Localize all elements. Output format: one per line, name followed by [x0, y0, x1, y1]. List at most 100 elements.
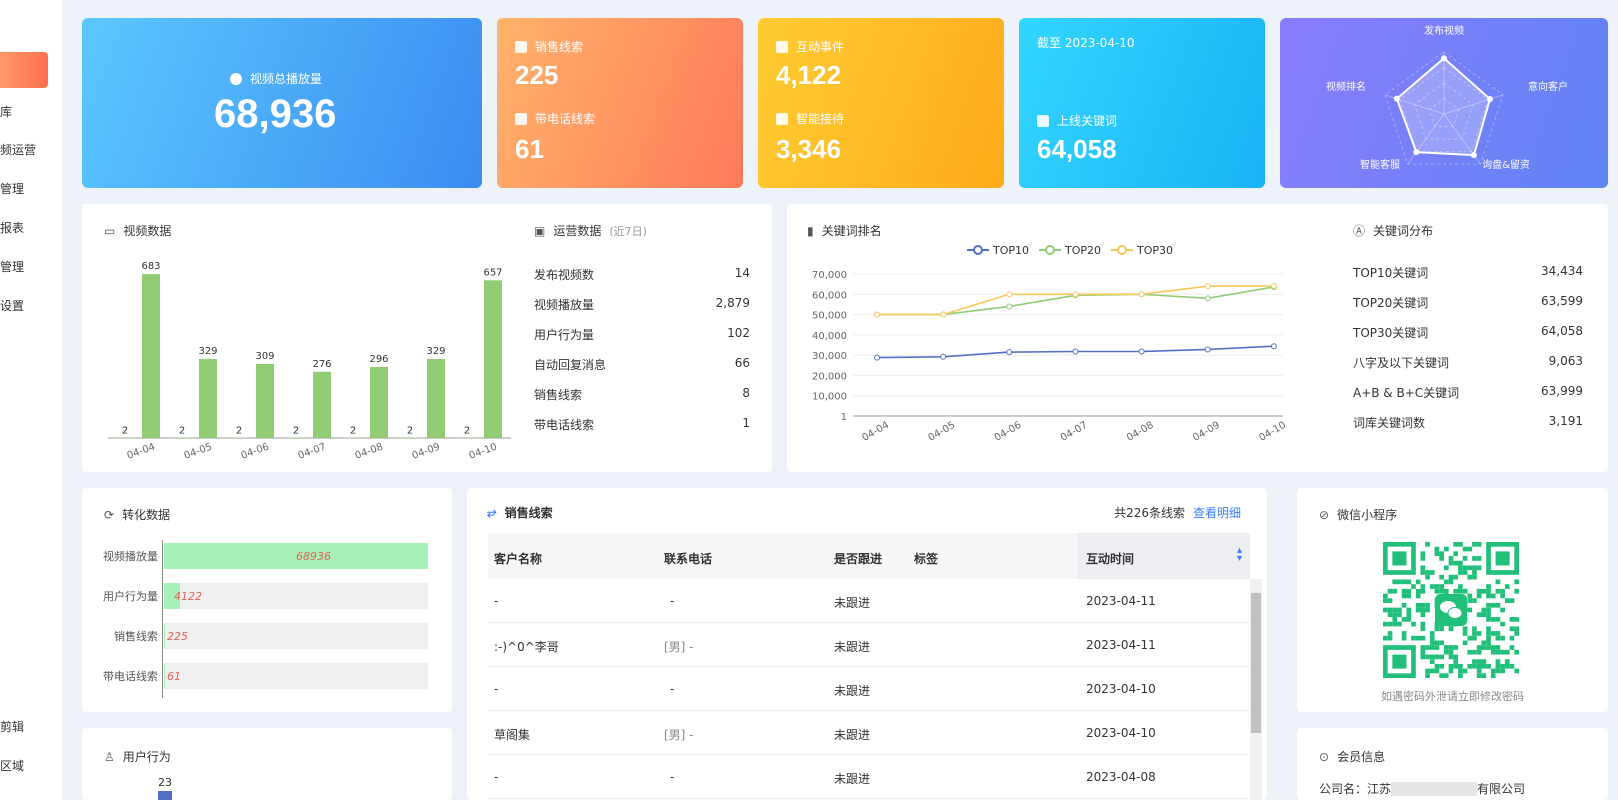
scrollbar-thumb[interactable]	[1251, 593, 1261, 733]
qr-module	[1495, 645, 1501, 650]
qr-module	[1481, 607, 1487, 613]
qr-module	[1481, 645, 1487, 650]
qr-module	[1458, 668, 1463, 674]
table-row[interactable]: - - 未跟进 2023-04-08	[488, 755, 1250, 799]
conversion-fill	[164, 663, 166, 689]
qr-module	[1387, 631, 1393, 636]
video-bar	[199, 359, 217, 438]
interaction-card: 互动事件 4,122 智能接待 3,346	[758, 18, 1004, 188]
qr-module	[1434, 588, 1440, 594]
bar-data-label: 2	[236, 426, 242, 437]
video-bar	[256, 363, 274, 438]
conversion-value: 68936	[296, 550, 331, 563]
view-details-link[interactable]: 查看明细	[1193, 504, 1241, 521]
sidebar-item-manage-2[interactable]: 管理	[0, 258, 24, 275]
qr-module	[1425, 668, 1430, 674]
qr-module	[1509, 635, 1515, 641]
qr-module	[1415, 588, 1421, 594]
qr-module	[1458, 570, 1463, 575]
qr-module	[1420, 565, 1426, 571]
keyword-dist-row: TOP10关键词 34,434	[1353, 264, 1583, 280]
qr-module	[1462, 588, 1468, 594]
qr-module	[1448, 654, 1454, 660]
qr-module	[1439, 584, 1444, 589]
qr-module	[1490, 593, 1496, 599]
sidebar-item-region[interactable]: 区域	[0, 757, 24, 774]
qr-module	[1467, 546, 1473, 552]
x-tick-label: 04-08	[1125, 420, 1156, 444]
qr-module	[1443, 565, 1449, 571]
video-data-title: 视频数据	[123, 224, 172, 238]
qr-module	[1453, 560, 1459, 566]
interaction-value: 4,122	[776, 60, 842, 90]
table-row[interactable]: - - 未跟进 2023-04-10	[488, 667, 1250, 711]
sidebar-item-editing[interactable]: 剪辑	[0, 718, 24, 735]
sidebar-item-reports[interactable]: 报表	[0, 219, 24, 236]
sidebar-item-manage-1[interactable]: 管理	[0, 180, 24, 197]
series-point	[1204, 283, 1211, 290]
qr-module	[1443, 649, 1449, 655]
qr-module	[1443, 673, 1449, 678]
qr-module	[1420, 588, 1426, 594]
qr-module	[1462, 546, 1468, 552]
qr-module	[1448, 579, 1454, 585]
x-tick-label: 04-09	[1191, 420, 1222, 444]
ops-data-subtitle: (近7日)	[609, 224, 647, 238]
qr-module	[1504, 598, 1510, 603]
sidebar-item-settings[interactable]: 设置	[0, 297, 24, 314]
qr-module	[1486, 602, 1491, 608]
qr-module	[1383, 598, 1388, 603]
qr-module	[1472, 598, 1477, 603]
table-row[interactable]: :-)^0^李哥 [男] - 未跟进 2023-04-11	[488, 623, 1250, 667]
keyword-dist-row: 词库关键词数 3,191	[1353, 414, 1583, 430]
qr-module	[1387, 621, 1393, 627]
sort-icon[interactable]: ▴ ▾	[1237, 546, 1242, 564]
qr-module	[1429, 640, 1435, 646]
qr-module	[1397, 612, 1402, 618]
sidebar-item-library[interactable]: 库	[0, 103, 12, 120]
qr-module	[1420, 570, 1426, 575]
conversion-bar: 68936	[164, 543, 428, 569]
qr-module	[1429, 645, 1435, 650]
radar-point	[1441, 55, 1447, 62]
qr-finder-center	[1495, 551, 1510, 566]
qr-module	[1434, 626, 1440, 632]
qr-module	[1420, 551, 1426, 557]
table-row[interactable]: 草阁集 [男] - 未跟进 2023-04-10	[488, 711, 1250, 755]
sidebar-active-item[interactable]	[0, 52, 48, 88]
qr-module	[1486, 631, 1491, 636]
table-row[interactable]: - - 未跟进 2023-04-11	[488, 579, 1250, 623]
qr-module	[1383, 621, 1388, 627]
qr-module	[1443, 588, 1449, 594]
qr-module	[1509, 617, 1515, 622]
qr-module	[1472, 574, 1477, 580]
phone-leads-value: 61	[515, 134, 544, 164]
qr-module	[1490, 668, 1496, 674]
bar-data-label: 309	[255, 351, 274, 362]
person-icon: ♙	[104, 749, 115, 764]
qr-module	[1486, 617, 1491, 622]
total-play-card: 视频总播放量 68,936	[82, 18, 482, 188]
qr-module	[1472, 556, 1477, 561]
qr-module	[1434, 640, 1440, 646]
qr-module	[1420, 635, 1426, 641]
qr-module	[1490, 645, 1496, 650]
series-point	[1006, 349, 1013, 356]
qr-module	[1383, 607, 1388, 613]
table-scrollbar[interactable]	[1250, 579, 1262, 800]
video-bar	[313, 371, 331, 438]
qr-module	[1448, 560, 1454, 566]
qr-module	[1486, 588, 1491, 594]
keyword-rank-card: ▮ 关键词排名 1 10,000 20,000 30,000 40,000 50,000 6…	[787, 204, 1608, 472]
sidebar-item-video-ops[interactable]: 频运营	[0, 141, 36, 158]
video-bar-chart: 2 683 04-04 2 329 04-05 2 309 04-06 2 276 04-07 2 296…	[108, 261, 511, 462]
qr-code	[1383, 542, 1519, 678]
ops-row: 视频播放量 2,879	[534, 296, 750, 312]
qr-module	[1434, 663, 1440, 669]
column-time-cell[interactable]: 互动时间 ▴ ▾	[1078, 533, 1250, 579]
member-title: 会员信息	[1337, 750, 1386, 764]
ops-row: 带电话线索 1	[534, 416, 750, 432]
qr-module	[1453, 542, 1459, 547]
qr-finder-center	[1392, 551, 1407, 566]
conversion-label: 销售线索	[114, 630, 158, 643]
